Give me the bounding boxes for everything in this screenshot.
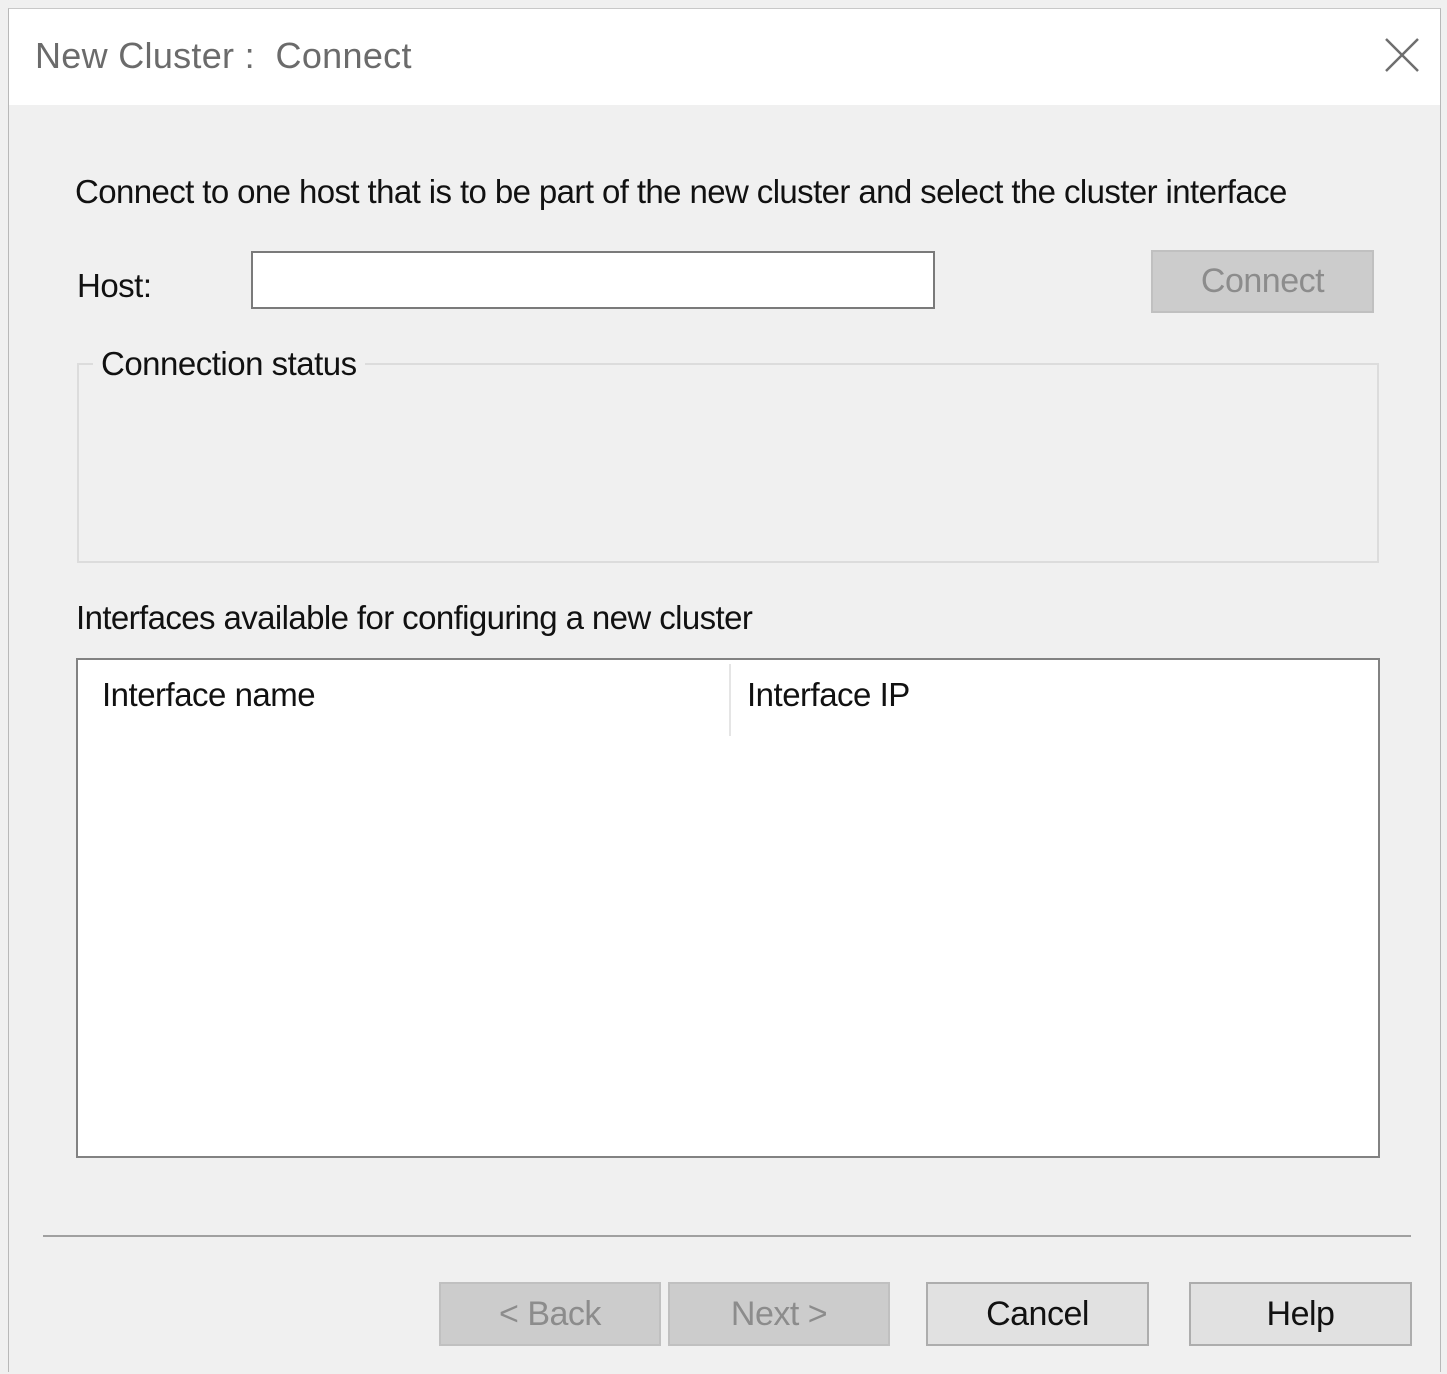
host-input[interactable] bbox=[251, 251, 935, 309]
cancel-button[interactable]: Cancel bbox=[926, 1282, 1149, 1346]
close-button[interactable] bbox=[1374, 27, 1430, 83]
close-icon bbox=[1385, 38, 1419, 72]
host-label: Host: bbox=[77, 267, 152, 304]
connect-button[interactable]: Connect bbox=[1151, 250, 1374, 313]
next-button[interactable]: Next > bbox=[668, 1282, 890, 1346]
title-bar: New Cluster : Connect bbox=[9, 9, 1440, 105]
column-header-interface-name[interactable]: Interface name bbox=[102, 676, 316, 714]
column-divider[interactable] bbox=[729, 664, 731, 736]
help-button[interactable]: Help bbox=[1189, 1282, 1412, 1346]
column-header-interface-ip[interactable]: Interface IP bbox=[747, 676, 910, 714]
footer-separator bbox=[43, 1235, 1411, 1237]
interfaces-caption: Interfaces available for configuring a n… bbox=[76, 599, 753, 636]
back-button[interactable]: < Back bbox=[439, 1282, 661, 1346]
connection-status-legend: Connection status bbox=[93, 345, 365, 383]
new-cluster-dialog: New Cluster : Connect Connect to one hos… bbox=[8, 8, 1441, 1372]
intro-text: Connect to one host that is to be part o… bbox=[75, 173, 1287, 210]
connection-status-group bbox=[77, 363, 1379, 563]
interfaces-list[interactable]: Interface name Interface IP bbox=[76, 658, 1380, 1158]
window-title: New Cluster : Connect bbox=[35, 35, 412, 76]
